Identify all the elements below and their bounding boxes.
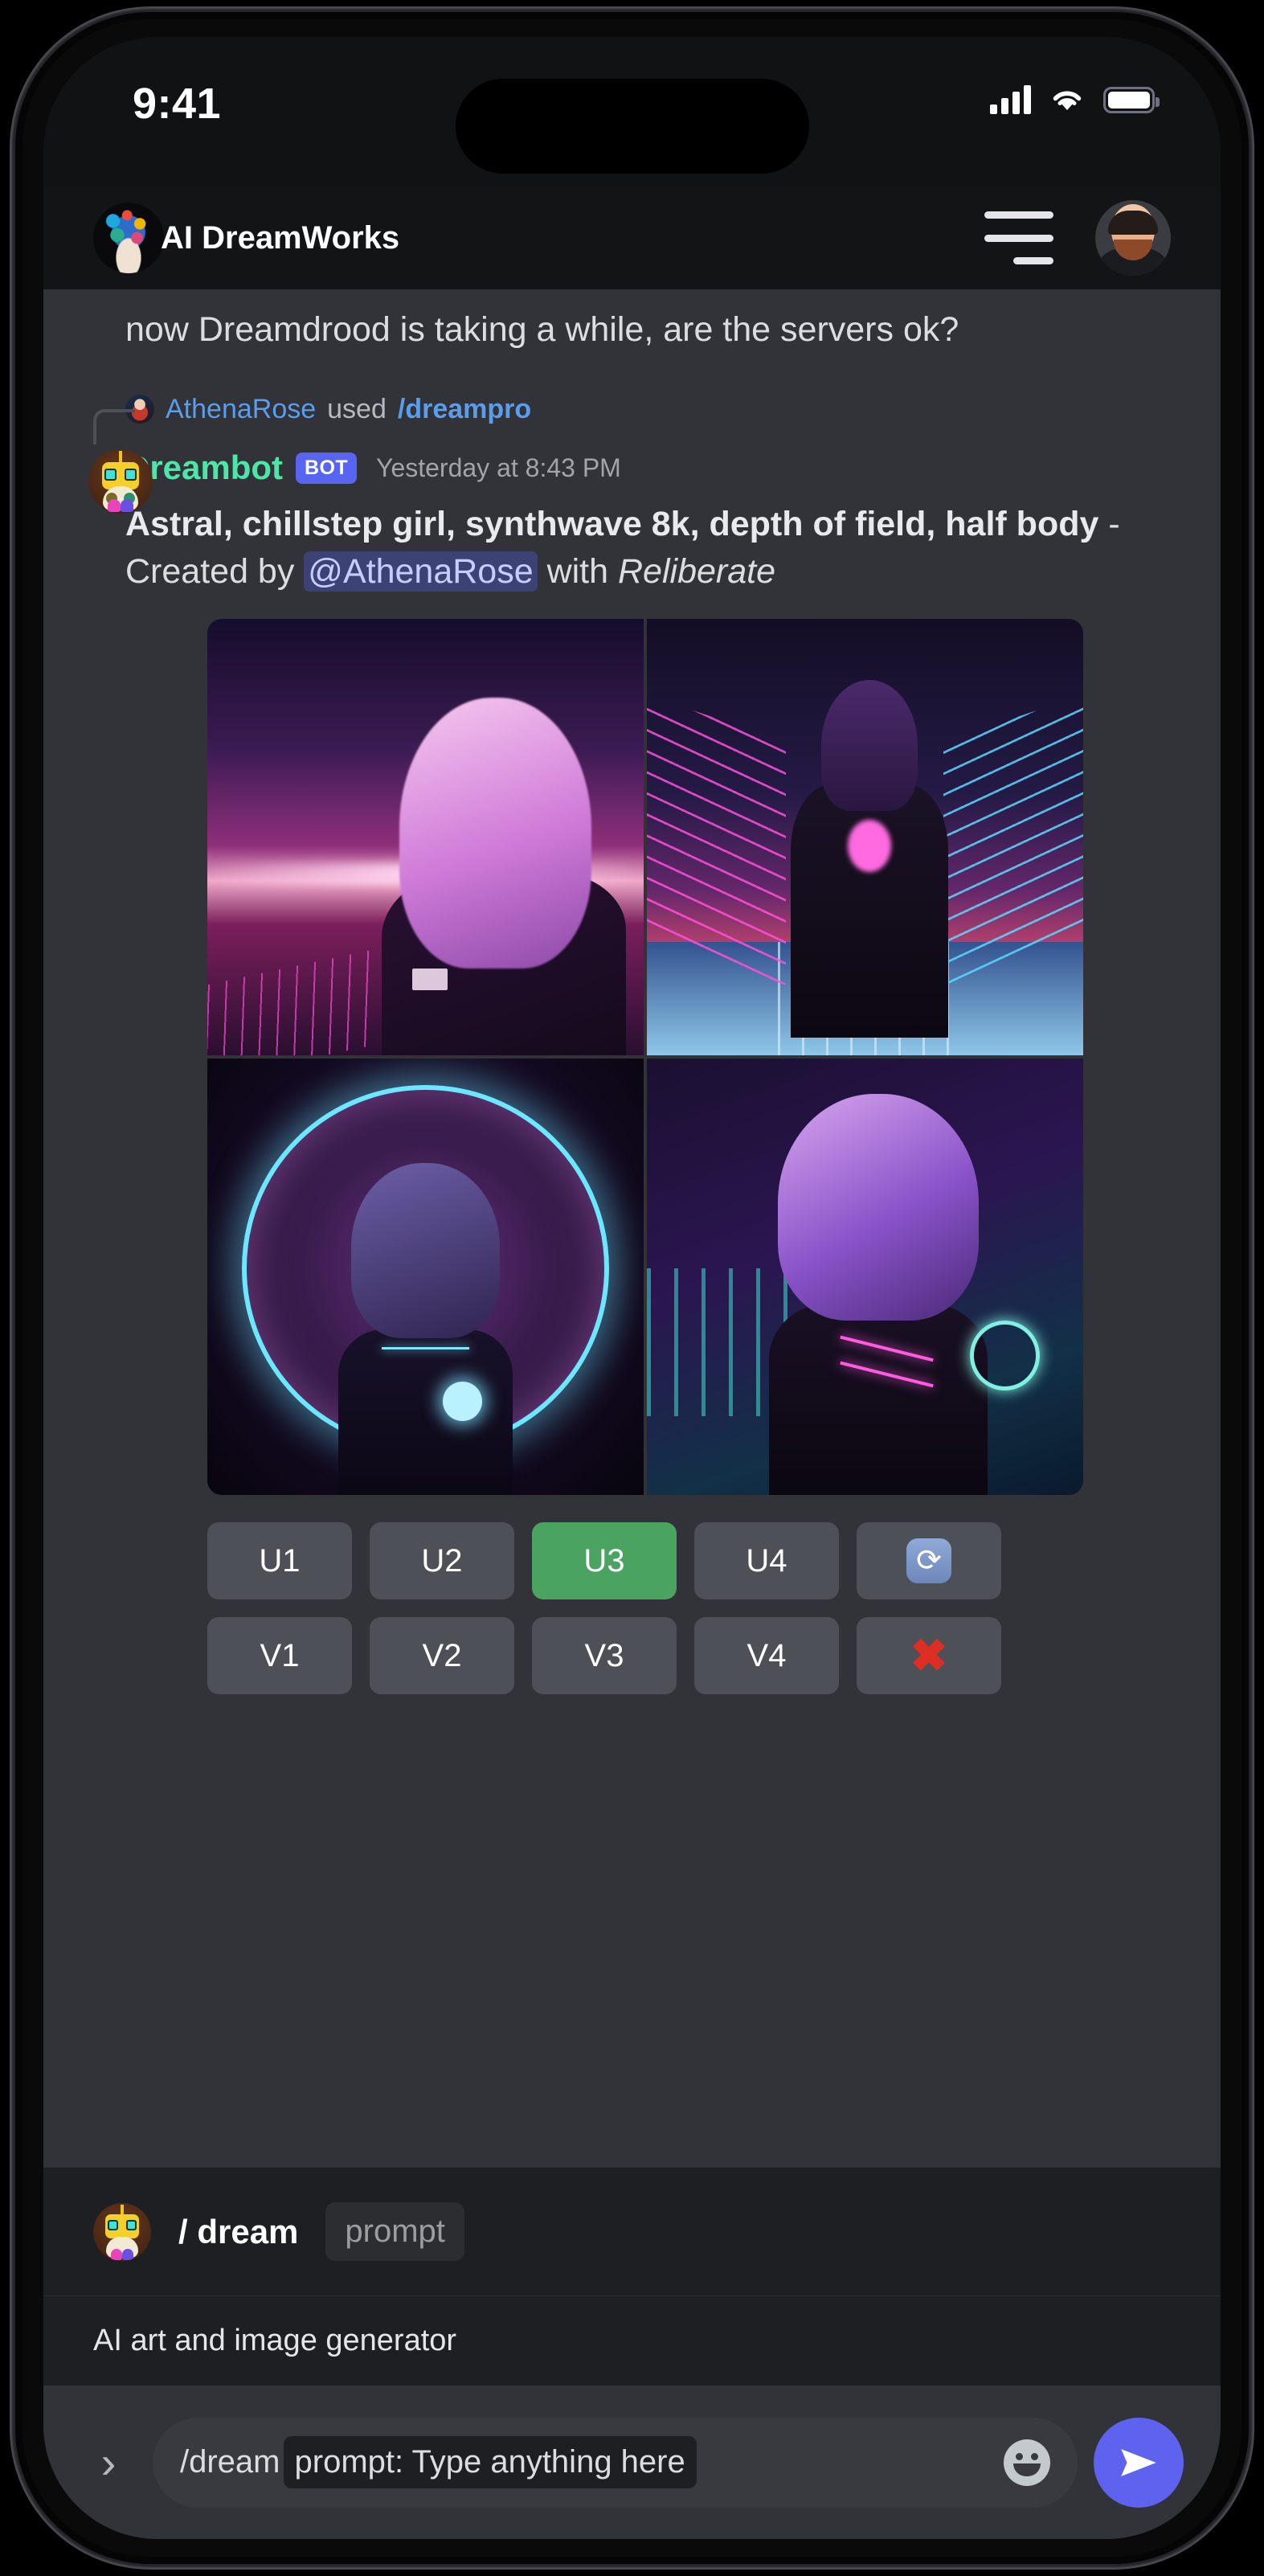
message-composer: › /dream prompt: Type anything here (43, 2386, 1221, 2539)
user-mention[interactable]: @AthenaRose (304, 551, 538, 592)
command-name: / dream (178, 2212, 299, 2250)
upscale-button-u3[interactable]: U3 (532, 1522, 677, 1600)
command-description: AI art and image generator (43, 2295, 1221, 2386)
signal-bars-icon (990, 85, 1031, 114)
generated-image-3[interactable] (207, 1059, 644, 1496)
refresh-icon: ⟳ (906, 1538, 951, 1584)
variation-button-row: V1 V2 V3 V4 ✖ (207, 1617, 1083, 1695)
chevron-right-icon[interactable]: › (80, 2436, 137, 2488)
variation-button-v1[interactable]: V1 (207, 1617, 352, 1695)
created-by-label: Created by (125, 551, 295, 591)
command-argument-chip: prompt (325, 2202, 464, 2261)
status-bar: 9:41 (43, 37, 1221, 186)
variation-button-v3[interactable]: V3 (532, 1617, 677, 1695)
prompt-text: Astral, chillstep girl, synthwave 8k, de… (125, 505, 1099, 544)
send-button[interactable] (1094, 2417, 1184, 2508)
status-bar-time: 9:41 (132, 80, 222, 128)
bot-message-body: Astral, chillstep girl, synthwave 8k, de… (125, 501, 1171, 595)
upscale-button-row: U1 U2 U3 U4 ⟳ (207, 1522, 1083, 1600)
reply-used-label: used (327, 393, 387, 424)
previous-message: now Dreamdrood is taking a while, are th… (125, 310, 959, 349)
upscale-button-u2[interactable]: U2 (370, 1522, 514, 1600)
app-logo-icon (93, 203, 164, 273)
phone-frame: 9:41 AI DreamWorks now Dreamdrood is tak… (10, 6, 1254, 2570)
bot-header-row: Dreambot BOT Yesterday at 8:43 PM (125, 446, 1171, 489)
dreambot-avatar-icon[interactable] (88, 449, 153, 514)
page-title: AI DreamWorks (161, 219, 400, 256)
with-label: with (546, 551, 609, 591)
generated-image-4[interactable] (647, 1059, 1083, 1496)
prompt-separator: - (1108, 505, 1120, 544)
action-button-grid: U1 U2 U3 U4 ⟳ V1 V2 V3 V4 ✖ (207, 1522, 1083, 1695)
brand[interactable]: AI DreamWorks (93, 203, 399, 273)
user-avatar-icon[interactable] (1095, 200, 1171, 276)
message-timestamp: Yesterday at 8:43 PM (376, 453, 621, 482)
send-paper-plane-icon (1121, 2448, 1156, 2476)
generated-image-grid[interactable] (207, 619, 1083, 1496)
reroll-button[interactable]: ⟳ (857, 1522, 1001, 1600)
dynamic-island (455, 79, 809, 174)
composer-prompt-chip[interactable]: prompt: Type anything here (283, 2436, 697, 2488)
status-bar-icons (990, 85, 1160, 114)
model-name: Reliberate (618, 551, 775, 591)
variation-button-v2[interactable]: V2 (370, 1617, 514, 1695)
battery-full-icon (1103, 86, 1160, 113)
reply-username[interactable]: AthenaRose (166, 394, 316, 425)
wifi-icon (1053, 91, 1082, 110)
chat-scroll-area[interactable]: now Dreamdrood is taking a while, are th… (43, 289, 1221, 2167)
bot-badge: BOT (296, 452, 358, 484)
message-input[interactable]: /dream prompt: Type anything here (153, 2417, 1078, 2508)
hamburger-menu-icon[interactable] (984, 211, 1053, 264)
upscale-button-u4[interactable]: U4 (694, 1522, 839, 1600)
generated-image-2[interactable] (647, 619, 1083, 1056)
dreambot-avatar-icon (93, 2202, 151, 2261)
emoji-smiley-icon[interactable] (1004, 2439, 1050, 2486)
bot-message: Dreambot BOT Yesterday at 8:43 PM Astral… (43, 435, 1221, 1695)
generated-image-1[interactable] (207, 619, 644, 1056)
cancel-x-icon: ✖ (910, 1630, 948, 1681)
upscale-button-u1[interactable]: U1 (207, 1522, 352, 1600)
cancel-button[interactable]: ✖ (857, 1617, 1001, 1695)
header-actions (984, 200, 1171, 276)
reply-reference[interactable]: AthenaRose used /dreampro (43, 388, 1221, 445)
composer-command-text: /dream (180, 2444, 280, 2480)
variation-button-v4[interactable]: V4 (694, 1617, 839, 1695)
reply-command[interactable]: /dreampro (398, 394, 531, 425)
command-suggestion-row[interactable]: / dream prompt (43, 2167, 1221, 2295)
app-header: AI DreamWorks (43, 186, 1221, 289)
phone-screen: 9:41 AI DreamWorks now Dreamdrood is tak… (43, 37, 1221, 2539)
